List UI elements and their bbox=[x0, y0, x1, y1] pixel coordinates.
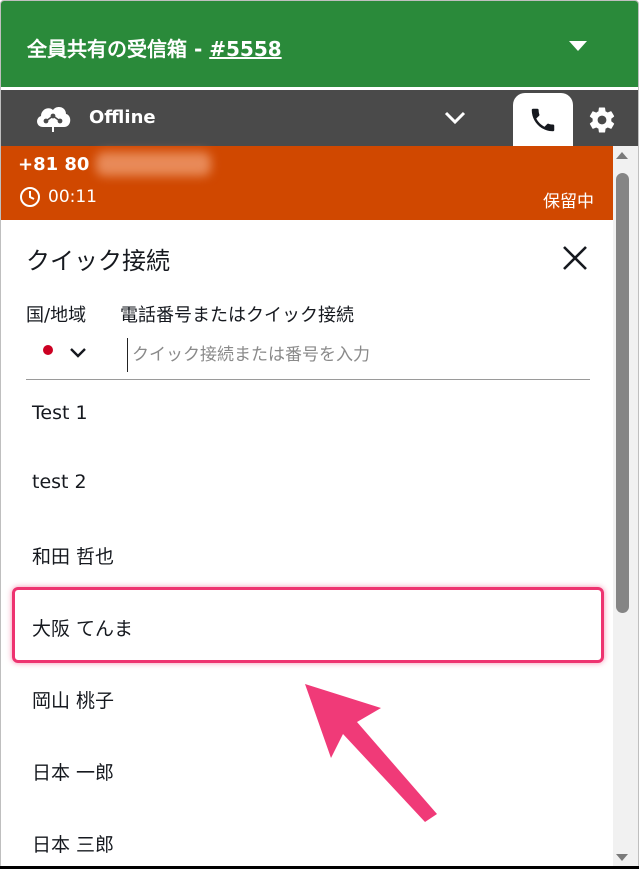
highlight-box bbox=[12, 587, 604, 663]
inbox-dropdown-icon[interactable] bbox=[569, 41, 587, 51]
phone-tab[interactable] bbox=[513, 93, 573, 146]
ccp-panel: 全員共有の受信箱 - #5558 Offline +81 80 00:11 保留… bbox=[0, 0, 639, 869]
redacted-number bbox=[96, 152, 211, 176]
cloud-network-icon bbox=[37, 106, 71, 132]
japan-flag-icon[interactable] bbox=[43, 345, 53, 355]
pointer-arrow-icon bbox=[305, 684, 437, 822]
inbox-title: 全員共有の受信箱 - #5558 bbox=[27, 33, 282, 62]
contact-item[interactable]: 和田 哲也 bbox=[32, 542, 114, 569]
inbox-number-link[interactable]: #5558 bbox=[209, 37, 281, 61]
caller-number: +81 80 bbox=[18, 154, 90, 175]
scrollbar-thumb[interactable] bbox=[616, 173, 629, 613]
call-timer: 00:11 bbox=[48, 187, 97, 207]
input-underline bbox=[26, 379, 590, 380]
quick-connect-title: クイック接続 bbox=[26, 247, 170, 275]
quick-connect-search-input[interactable] bbox=[127, 338, 592, 372]
status-dropdown-chevron-icon[interactable] bbox=[443, 108, 467, 128]
contact-item[interactable]: Test 1 bbox=[32, 402, 88, 424]
agent-status-label: Offline bbox=[89, 107, 156, 128]
inbox-title-text: 全員共有の受信箱 - bbox=[27, 37, 210, 61]
country-chevron-down-icon[interactable] bbox=[69, 346, 87, 360]
active-call-bar[interactable]: +81 80 00:11 保留中 bbox=[1, 146, 638, 220]
clock-icon bbox=[20, 187, 40, 207]
phone-label: 電話番号またはクイック接続 bbox=[120, 305, 354, 326]
gear-icon[interactable] bbox=[587, 105, 617, 135]
contact-item[interactable]: 岡山 桃子 bbox=[32, 686, 114, 713]
agent-status-bar: Offline bbox=[1, 90, 638, 146]
inbox-header[interactable]: 全員共有の受信箱 - #5558 bbox=[1, 1, 638, 87]
contact-item[interactable]: 日本 一郎 bbox=[32, 758, 114, 785]
close-icon[interactable] bbox=[561, 244, 589, 272]
contact-item[interactable]: test 2 bbox=[32, 471, 87, 493]
phone-icon bbox=[531, 108, 555, 132]
call-state-badge: 保留中 bbox=[543, 192, 594, 212]
country-label: 国/地域 bbox=[26, 305, 87, 326]
scroll-down-arrow-icon[interactable] bbox=[616, 854, 628, 861]
scroll-up-arrow-icon[interactable] bbox=[616, 152, 628, 159]
contact-item[interactable]: 日本 三郎 bbox=[32, 830, 114, 857]
